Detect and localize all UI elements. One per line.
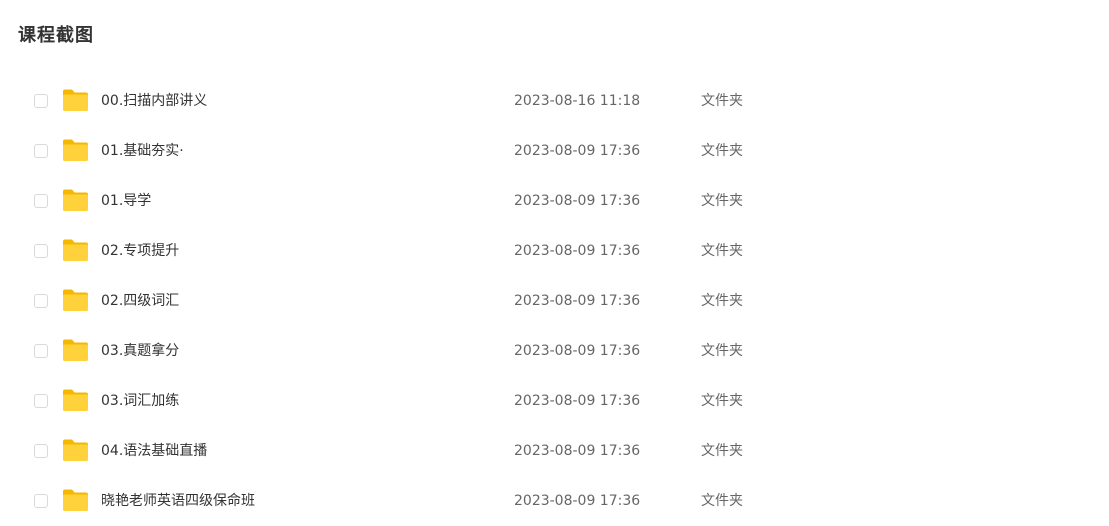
file-name[interactable]: 晓艳老师英语四级保命班 [101,491,255,511]
file-browser: 课程截图 00.扫描内部讲义 2023-08-16 11:18 文件夹 01.基… [0,0,1109,526]
row-checkbox[interactable] [34,444,48,458]
file-type: 文件夹 [701,343,743,359]
page-title: 课程截图 [18,25,94,46]
modified-date: 2023-08-09 17:36 [514,143,641,159]
modified-date: 2023-08-09 17:36 [514,393,641,409]
file-row[interactable]: 03.真题拿分 2023-08-09 17:36 文件夹 [0,326,1109,376]
folder-icon [62,288,89,312]
file-type: 文件夹 [701,93,743,109]
modified-date: 2023-08-09 17:36 [514,343,641,359]
modified-date: 2023-08-09 17:36 [514,193,641,209]
file-name[interactable]: 00.扫描内部讲义 [101,91,207,111]
folder-icon [62,238,89,262]
file-type: 文件夹 [701,243,743,259]
row-checkbox[interactable] [34,144,48,158]
file-row[interactable]: 02.四级词汇 2023-08-09 17:36 文件夹 [0,276,1109,326]
folder-icon [62,88,89,112]
modified-date: 2023-08-16 11:18 [514,93,641,109]
row-checkbox[interactable] [34,94,48,108]
file-name[interactable]: 01.基础夯实· [101,141,184,161]
file-row[interactable]: 00.扫描内部讲义 2023-08-16 11:18 文件夹 [0,76,1109,126]
file-type: 文件夹 [701,193,743,209]
modified-date: 2023-08-09 17:36 [514,443,641,459]
file-type: 文件夹 [701,143,743,159]
file-row[interactable]: 01.导学 2023-08-09 17:36 文件夹 [0,176,1109,226]
folder-icon [62,438,89,462]
modified-date: 2023-08-09 17:36 [514,493,641,509]
row-checkbox[interactable] [34,494,48,508]
modified-date: 2023-08-09 17:36 [514,293,641,309]
file-row[interactable]: 03.词汇加练 2023-08-09 17:36 文件夹 [0,376,1109,426]
file-name[interactable]: 02.四级词汇 [101,291,179,311]
file-row[interactable]: 02.专项提升 2023-08-09 17:36 文件夹 [0,226,1109,276]
file-type: 文件夹 [701,393,743,409]
folder-icon [62,488,89,512]
row-checkbox[interactable] [34,294,48,308]
row-checkbox[interactable] [34,394,48,408]
file-type: 文件夹 [701,443,743,459]
file-list: 00.扫描内部讲义 2023-08-16 11:18 文件夹 01.基础夯实· … [0,76,1109,526]
row-checkbox[interactable] [34,244,48,258]
file-type: 文件夹 [701,493,743,509]
file-row[interactable]: 晓艳老师英语四级保命班 2023-08-09 17:36 文件夹 [0,476,1109,526]
file-name[interactable]: 02.专项提升 [101,241,179,261]
file-name[interactable]: 03.真题拿分 [101,341,179,361]
file-row[interactable]: 01.基础夯实· 2023-08-09 17:36 文件夹 [0,126,1109,176]
row-checkbox[interactable] [34,194,48,208]
file-type: 文件夹 [701,293,743,309]
folder-icon [62,138,89,162]
row-checkbox[interactable] [34,344,48,358]
file-name[interactable]: 01.导学 [101,191,151,211]
file-row[interactable]: 04.语法基础直播 2023-08-09 17:36 文件夹 [0,426,1109,476]
file-name[interactable]: 04.语法基础直播 [101,441,207,461]
folder-icon [62,338,89,362]
file-name[interactable]: 03.词汇加练 [101,391,179,411]
folder-icon [62,188,89,212]
modified-date: 2023-08-09 17:36 [514,243,641,259]
folder-icon [62,388,89,412]
